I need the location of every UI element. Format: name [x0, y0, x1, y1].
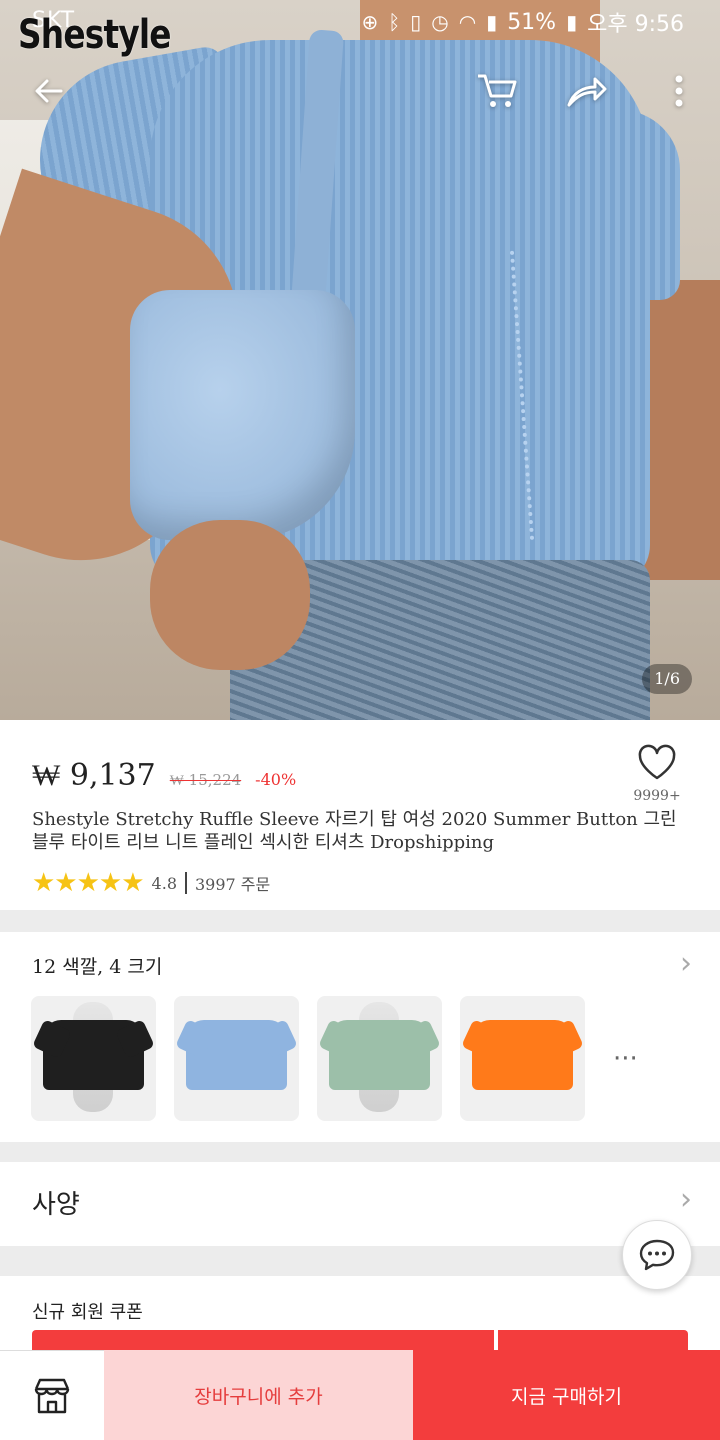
store-icon	[34, 1378, 70, 1413]
bluetooth-icon: ᛒ	[388, 10, 401, 34]
alarm-icon: ◷	[431, 10, 449, 34]
status-icons: ⊕ ᛒ ▯ ◷ ◠ ▮ 51% ▮ 오후 9:56	[361, 6, 684, 38]
cart-icon	[478, 74, 517, 107]
shirt-swatch	[186, 1020, 287, 1090]
more-variants-indicator[interactable]: ···	[613, 1044, 638, 1074]
variant-summary: 12 색깔, 4 크기	[32, 956, 163, 978]
order-count: 3997 주문	[195, 875, 271, 894]
variant-thumb-black[interactable]	[31, 996, 156, 1121]
rating-value: 4.8	[151, 873, 177, 893]
store-button[interactable]	[0, 1350, 104, 1440]
bottom-action-bar: 장바구니에 추가 지금 구매하기	[0, 1350, 720, 1440]
add-to-cart-button[interactable]: 장바구니에 추가	[104, 1350, 413, 1440]
vibrate-icon: ▯	[410, 10, 422, 34]
shirt-swatch	[43, 1020, 144, 1090]
data-saver-icon: ⊕	[361, 10, 379, 34]
battery-icon: ▮	[566, 10, 578, 34]
model-hand	[150, 520, 310, 670]
variant-thumb-orange[interactable]	[460, 996, 585, 1121]
specifications-label: 사양	[32, 1190, 80, 1220]
image-counter: 1/6	[642, 664, 692, 694]
signal-icon: ▮	[486, 10, 498, 34]
chat-bubble-icon	[639, 1239, 675, 1271]
more-options-button[interactable]	[654, 66, 704, 116]
heart-icon	[638, 744, 676, 780]
variant-thumb-green[interactable]	[317, 996, 442, 1121]
clock: 오후 9:56	[587, 12, 684, 37]
current-price: ₩ 9,137	[32, 758, 156, 793]
arrow-left-icon	[35, 79, 63, 103]
chevron-right-icon: ›	[680, 1182, 692, 1217]
wishlist-count: 9999+	[633, 788, 681, 804]
chat-button[interactable]	[622, 1220, 692, 1290]
price-row: ₩ 9,137 ₩ 15,224 -40%	[32, 758, 296, 793]
shirt-swatch	[472, 1020, 573, 1090]
specifications-row[interactable]: 사양 ›	[0, 1162, 720, 1246]
battery-level: 51%	[507, 9, 557, 35]
product-info-section: ₩ 9,137 ₩ 15,224 -40% 9999+ Shestyle Str…	[0, 720, 720, 910]
product-title: Shestyle Stretchy Ruffle Sleeve 자르기 탑 여성…	[32, 809, 677, 853]
share-icon	[567, 77, 607, 107]
buy-now-button[interactable]: 지금 구매하기	[413, 1350, 720, 1440]
wifi-icon: ◠	[458, 10, 477, 34]
divider	[185, 872, 187, 894]
variant-thumb-blue[interactable]	[174, 996, 299, 1121]
kebab-menu-icon	[675, 75, 683, 107]
coupon-label: 신규 회원 쿠폰	[32, 1302, 143, 1323]
cart-button[interactable]	[472, 66, 522, 116]
share-button[interactable]	[562, 66, 612, 116]
shoulder-bag	[130, 290, 355, 540]
chevron-right-icon: ›	[680, 946, 692, 981]
original-price: ₩ 15,224	[169, 771, 242, 789]
variant-selector-section[interactable]: 12 색깔, 4 크기 › ···	[0, 932, 720, 1142]
discount-badge: -40%	[255, 770, 297, 789]
shirt-swatch	[329, 1020, 430, 1090]
star-rating-icons: ★★★★★	[32, 868, 145, 898]
product-image-gallery[interactable]: SKT ⊕ ᛒ ▯ ◷ ◠ ▮ 51% ▮ 오후 9:56 Shestyle 1…	[0, 0, 720, 720]
rating-row[interactable]: ★★★★★ 4.8 3997 주문	[32, 868, 270, 898]
wishlist-button[interactable]: 9999+	[630, 744, 684, 804]
back-button[interactable]	[24, 66, 74, 116]
variant-thumbnails: ···	[31, 996, 638, 1121]
brand-logo: Shestyle	[18, 12, 172, 58]
